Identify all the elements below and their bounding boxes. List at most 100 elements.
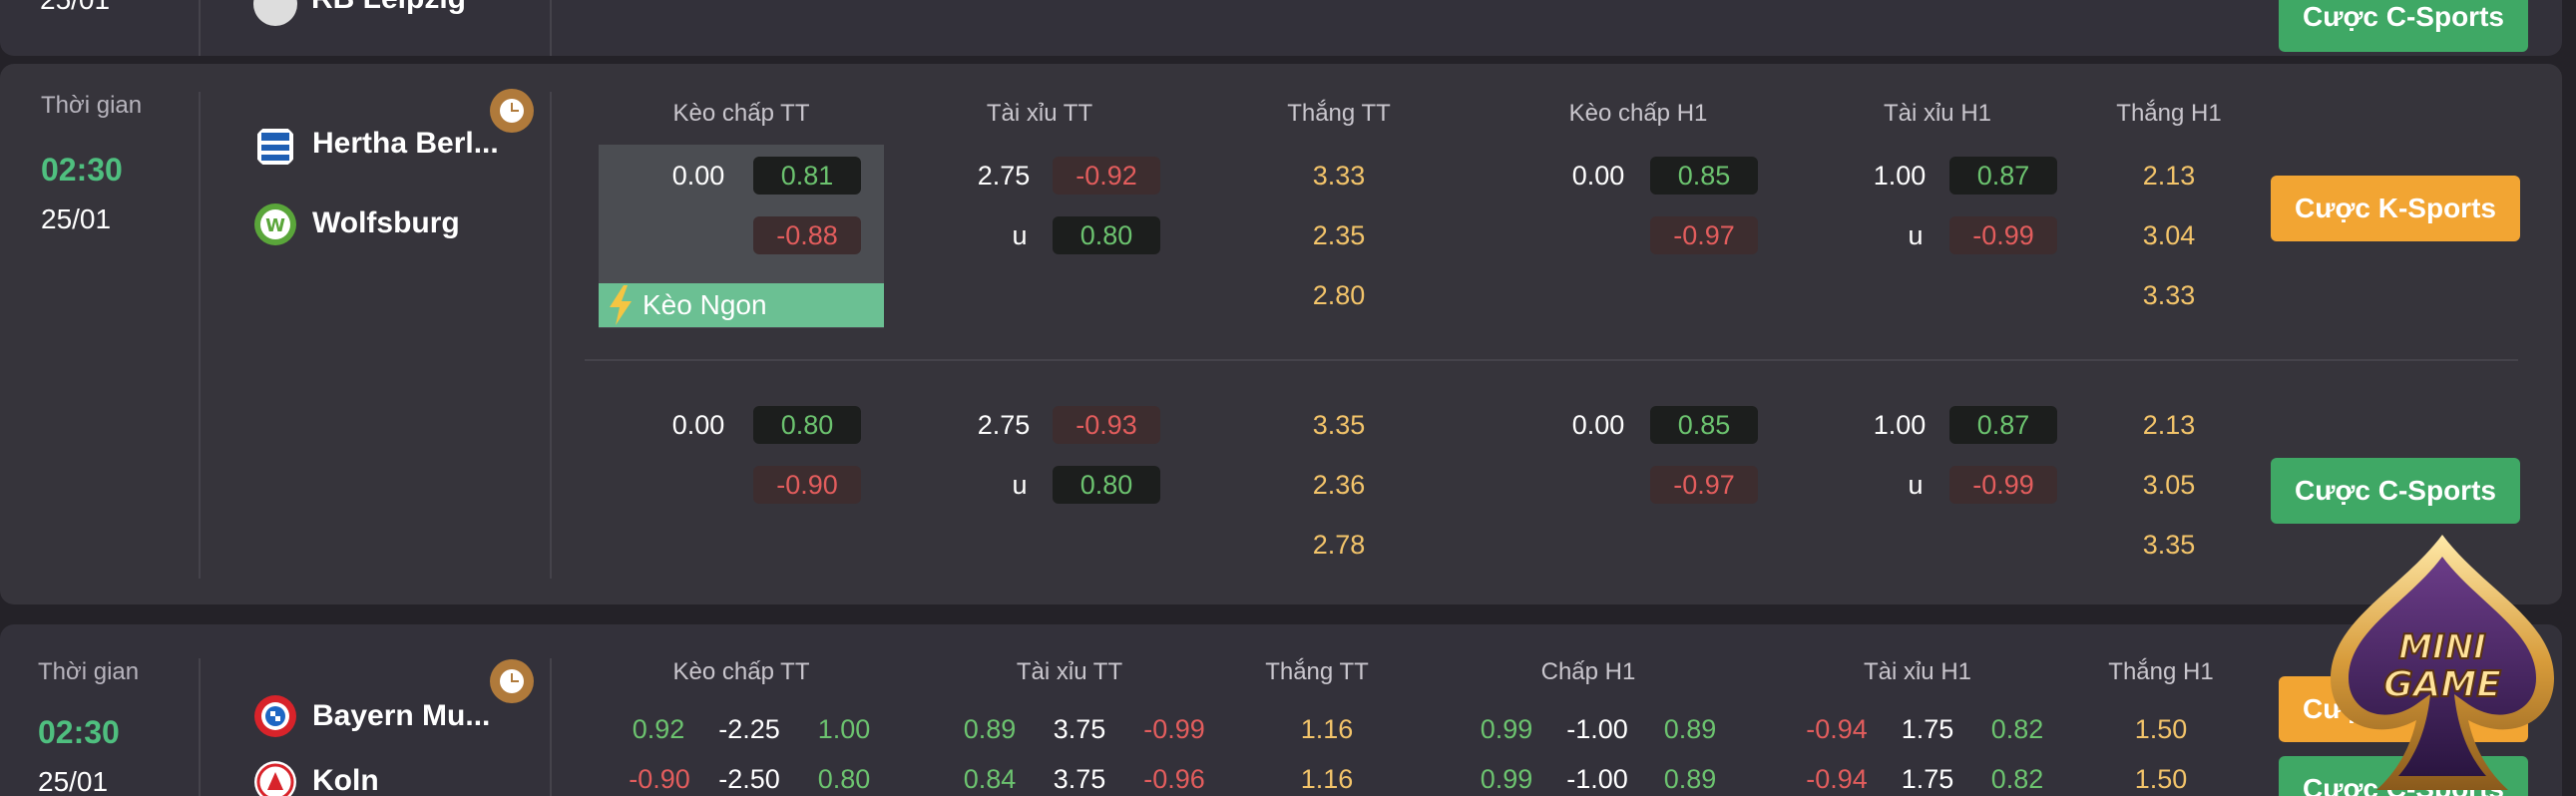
line-value: -2.50 <box>718 764 780 794</box>
divider <box>550 92 552 579</box>
odds-value[interactable]: 0.89 <box>950 714 1030 745</box>
team-name: RB Leipzig <box>311 0 466 16</box>
mini-game-spade-icon[interactable]: MINI GAME <box>2323 529 2562 796</box>
odds-h1-home[interactable]: 0.85 <box>1650 406 1758 444</box>
match-card: Thời gian 02:30 25/01 Hertha Berl... W W… <box>0 64 2562 604</box>
odds-h1-win-away[interactable]: 3.04 <box>2109 220 2229 251</box>
odds-value[interactable]: 1.00 <box>804 714 884 745</box>
odds-value[interactable]: 0.80 <box>804 764 884 795</box>
odds-h1-away[interactable]: -0.97 <box>1650 216 1758 254</box>
odds-away[interactable]: -0.90 <box>753 466 861 504</box>
clock-icon[interactable] <box>490 659 534 703</box>
odds-h1-over[interactable]: 0.87 <box>1949 406 2057 444</box>
odds-h1-home[interactable]: 0.85 <box>1650 157 1758 195</box>
ou-h1-line: 1.00 <box>1873 410 1927 440</box>
odds-value[interactable]: -0.99 <box>1129 714 1219 745</box>
bet-k-sports-button[interactable]: Cược K-Sports <box>2271 176 2520 241</box>
odds-draw[interactable]: 2.78 <box>1279 530 1399 561</box>
keo-ngon-badge: Kèo Ngon <box>599 283 884 327</box>
odds-value[interactable]: 0.89 <box>1650 764 1730 795</box>
match-date: 25/01 <box>41 203 112 234</box>
odds-h1-draw[interactable]: 3.33 <box>2109 280 2229 311</box>
odds-value[interactable]: 1.16 <box>1287 714 1367 745</box>
header-ou-tt: Tài xỉu TT <box>986 100 1093 127</box>
odds-home[interactable]: 0.80 <box>753 406 861 444</box>
odds-draw[interactable]: 2.80 <box>1279 280 1399 311</box>
odds-value[interactable]: 0.92 <box>619 714 698 745</box>
header-ou-h1: Tài xỉu H1 <box>1863 658 1972 685</box>
line-value: -1.00 <box>1566 764 1628 794</box>
odds-value[interactable]: 0.99 <box>1467 714 1546 745</box>
line-value: -2.25 <box>718 714 780 744</box>
odds-under[interactable]: 0.80 <box>1053 466 1160 504</box>
time-label: Thời gian <box>38 658 140 685</box>
divider <box>199 0 201 56</box>
odds-value[interactable]: 1.16 <box>1287 764 1367 795</box>
bet-c-sports-button[interactable]: Cược C-Sports <box>2279 0 2528 52</box>
odds-away[interactable]: -0.88 <box>753 216 861 254</box>
match-card-previous: 25/01 RB Leipzig Cược C-Sports <box>0 0 2562 56</box>
odds-win-away[interactable]: 2.36 <box>1279 470 1399 501</box>
bet-c-sports-button[interactable]: Cược C-Sports <box>2271 458 2520 524</box>
mini-game-label: MINI GAME <box>2382 626 2502 706</box>
match-card: Thời gian 02:30 25/01 Bayern Mu... Koln … <box>0 624 2562 796</box>
odds-h1-win-home[interactable]: 2.13 <box>2109 410 2229 441</box>
kickoff-time: 02:30 <box>41 152 123 188</box>
odds-value[interactable]: -0.94 <box>1792 714 1882 745</box>
odds-value[interactable]: -0.94 <box>1792 764 1882 795</box>
odds-value[interactable]: 1.50 <box>2121 764 2201 795</box>
ou-h1-line: 1.00 <box>1873 161 1927 191</box>
header-win-h1: Thắng H1 <box>2116 100 2222 127</box>
odds-win-home[interactable]: 3.33 <box>1279 161 1399 192</box>
away-team-name: Wolfsburg <box>312 206 460 239</box>
odds-h1-under[interactable]: -0.99 <box>1949 466 2057 504</box>
hdp-h1-line: 0.00 <box>1571 410 1625 440</box>
odds-over[interactable]: -0.93 <box>1053 406 1160 444</box>
header-win-h1: Thắng H1 <box>2108 658 2214 685</box>
odds-value[interactable]: 0.84 <box>950 764 1030 795</box>
header-hdp-tt: Kèo chấp TT <box>672 100 810 127</box>
ou-line: 2.75 <box>977 410 1031 440</box>
line-value: 3.75 <box>1053 714 1106 744</box>
odds-h1-draw[interactable]: 3.35 <box>2109 530 2229 561</box>
odds-win-away[interactable]: 2.35 <box>1279 220 1399 251</box>
home-team-name: Hertha Berl... <box>312 127 499 160</box>
odds-value[interactable]: 0.99 <box>1467 764 1546 795</box>
time-label: Thời gian <box>41 92 143 119</box>
odds-value[interactable]: 0.82 <box>1977 764 2057 795</box>
odds-h1-under[interactable]: -0.99 <box>1949 216 2057 254</box>
odds-over[interactable]: -0.92 <box>1053 157 1160 195</box>
row-divider <box>585 359 2518 361</box>
odds-value[interactable]: -0.90 <box>615 764 704 795</box>
odds-value[interactable]: 0.82 <box>1977 714 2057 745</box>
wolfsburg-crest-icon: W <box>254 203 296 245</box>
header-ou-tt: Tài xỉu TT <box>1016 658 1123 685</box>
svg-text:W: W <box>265 215 285 236</box>
away-team-name: Koln <box>312 764 379 796</box>
hdp-line: 0.00 <box>671 410 725 440</box>
odds-h1-away[interactable]: -0.97 <box>1650 466 1758 504</box>
odds-home[interactable]: 0.81 <box>753 157 861 195</box>
odds-h1-win-away[interactable]: 3.05 <box>2109 470 2229 501</box>
divider <box>199 92 201 579</box>
divider <box>550 658 552 796</box>
odds-value[interactable]: 1.50 <box>2121 714 2201 745</box>
line-value: 1.75 <box>1901 714 1954 744</box>
under-label: u <box>1908 470 1924 500</box>
odds-value[interactable]: -0.96 <box>1129 764 1219 795</box>
keo-ngon-label: Kèo Ngon <box>643 289 767 320</box>
odds-value[interactable]: 0.89 <box>1650 714 1730 745</box>
under-label: u <box>1908 220 1924 250</box>
home-team-name: Bayern Mu... <box>312 699 491 732</box>
mini-game-label-line2: GAME <box>2383 664 2501 705</box>
divider <box>550 0 552 56</box>
odds-h1-win-home[interactable]: 2.13 <box>2109 161 2229 192</box>
line-value: 3.75 <box>1053 764 1106 794</box>
odds-h1-over[interactable]: 0.87 <box>1949 157 2057 195</box>
odds-under[interactable]: 0.80 <box>1053 216 1160 254</box>
under-label: u <box>1012 220 1028 250</box>
odds-win-home[interactable]: 3.35 <box>1279 410 1399 441</box>
header-win-tt: Thắng TT <box>1287 100 1391 127</box>
clock-icon[interactable] <box>490 89 534 133</box>
kickoff-time: 02:30 <box>38 714 120 750</box>
